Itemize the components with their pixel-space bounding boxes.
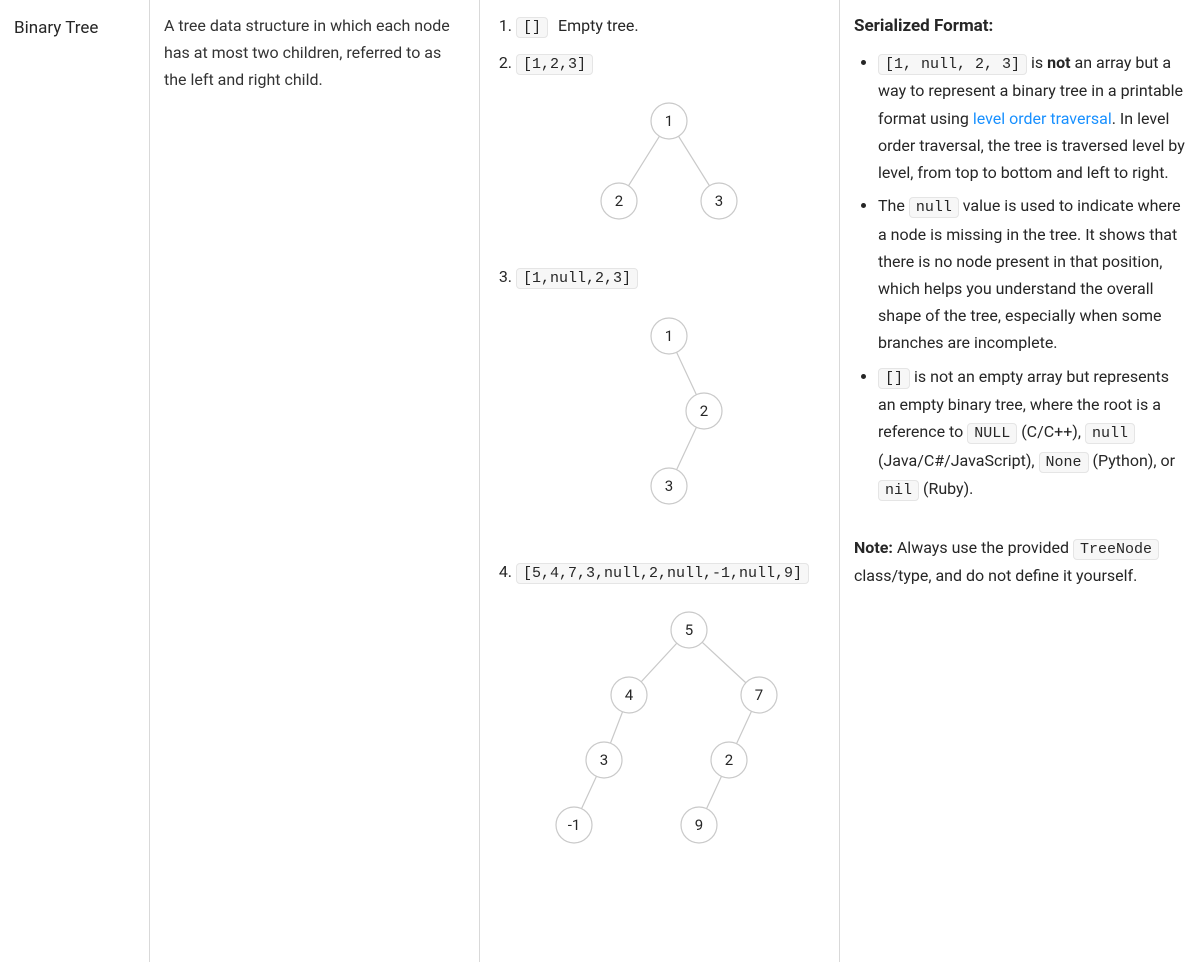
serialized-column: Serialized Format: [1, null, 2, 3] is no… [840,0,1200,962]
text: is [1027,53,1047,72]
example-item-4: [5,4,7,3,null,2,null,-1,null,9] 5 [516,558,821,901]
tree2-node-2: 2 [614,192,622,210]
tree-svg-4: 5 4 7 3 2 -1 9 [519,600,819,900]
note-label: Note: [854,538,893,557]
text: (Java/C#/JavaScript), [878,451,1039,470]
serialized-item-1: [1, null, 2, 3] is not an array but a wa… [878,49,1190,186]
examples-column: [] Empty tree. [1,2,3] 1 2 3 [480,0,840,962]
serialized-list: [1, null, 2, 3] is not an array but a wa… [854,49,1190,504]
tree-diagram-4: 5 4 7 3 2 -1 9 [516,600,821,900]
tree3-node-2: 2 [699,402,707,420]
level-order-traversal-link[interactable]: level order traversal [973,109,1112,128]
tree-diagram-2: 1 2 3 [516,91,821,241]
example-item-2: [1,2,3] 1 2 3 [516,49,821,242]
note-paragraph: Note: Always use the provided TreeNode c… [854,534,1190,590]
tree-svg-3: 1 2 3 [569,306,769,536]
tree3-node-1: 1 [664,327,672,345]
serialized-item-2: The null value is used to indicate where… [878,192,1190,356]
text: value is used to indicate where a node i… [878,196,1181,352]
tree4-node-neg1: -1 [567,816,580,834]
tree4-node-3: 3 [599,751,607,769]
text: Always use the provided [893,538,1073,557]
tree2-node-3: 3 [714,192,722,210]
tree3-node-3: 3 [664,477,672,495]
text: (Ruby). [919,479,973,498]
tree4-node-9: 9 [694,816,702,834]
example-item-3: [1,null,2,3] 1 2 3 [516,263,821,536]
code-None: None [1039,452,1089,473]
text: The [878,196,909,215]
code-NULL: NULL [967,423,1017,444]
text: (Python), or [1089,451,1175,470]
examples-list: [] Empty tree. [1,2,3] 1 2 3 [494,12,821,900]
serialized-item-3: [] is not an empty array but represents … [878,363,1190,504]
tree4-node-7: 7 [754,686,762,704]
term-column: Binary Tree [0,0,150,962]
definition-column: A tree data structure in which each node… [150,0,480,962]
code-null: null [909,197,959,218]
layout-columns: Binary Tree A tree data structure in whi… [0,0,1200,962]
code-nil: nil [878,480,919,501]
tree4-node-2: 2 [724,751,732,769]
emphasis-not: not [1047,53,1070,72]
code-treenode: TreeNode [1073,539,1159,560]
tree2-node-1: 1 [664,112,672,130]
code-empty-array: [] [878,368,910,389]
term-definition: A tree data structure in which each node… [164,12,461,94]
code-null-lower: null [1085,423,1135,444]
serialized-heading: Serialized Format: [854,12,1190,41]
tree-svg-2: 1 2 3 [559,91,779,241]
example-code-3: [1,null,2,3] [516,268,638,289]
tree-diagram-3: 1 2 3 [516,306,821,536]
serialized-code-1: [1, null, 2, 3] [878,54,1027,75]
term-title: Binary Tree [14,14,131,43]
example-text-1: Empty tree. [558,16,639,35]
example-code-1: [] [516,17,548,38]
tree4-node-4: 4 [624,686,633,704]
text: (C/C++), [1017,422,1085,441]
example-item-1: [] Empty tree. [516,12,821,41]
text: class/type, and do not define it yoursel… [854,566,1137,585]
tree4-node-5: 5 [684,621,692,639]
example-code-2: [1,2,3] [516,54,593,75]
example-code-4: [5,4,7,3,null,2,null,-1,null,9] [516,563,809,584]
